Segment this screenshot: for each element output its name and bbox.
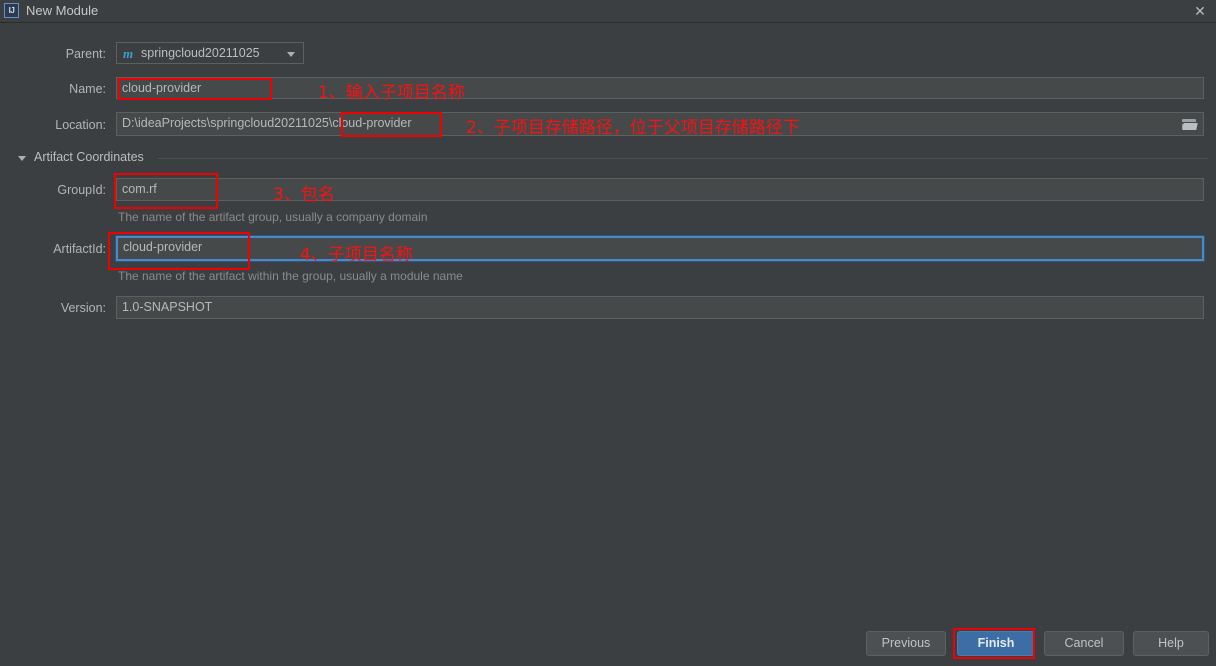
groupid-label: GroupId: <box>57 183 106 197</box>
app-icon: IJ <box>4 3 19 18</box>
folder-icon[interactable] <box>1182 118 1198 131</box>
groupid-input[interactable]: com.rf <box>116 178 1204 201</box>
previous-button[interactable]: Previous <box>866 631 946 656</box>
help-button[interactable]: Help <box>1133 631 1209 656</box>
finish-button[interactable]: Finish <box>957 631 1035 656</box>
maven-module-icon: m <box>123 46 134 61</box>
artifact-coordinates-section[interactable]: Artifact Coordinates <box>18 150 1208 166</box>
artifactid-input[interactable]: cloud-provider <box>115 235 1205 262</box>
version-input[interactable]: 1.0-SNAPSHOT <box>116 296 1204 319</box>
cancel-button[interactable]: Cancel <box>1044 631 1124 656</box>
groupid-hint: The name of the artifact group, usually … <box>118 210 428 224</box>
location-input[interactable]: D:\ideaProjects\springcloud20211025\clou… <box>116 112 1204 136</box>
artifact-coordinates-label: Artifact Coordinates <box>34 150 144 164</box>
location-value: D:\ideaProjects\springcloud20211025\clou… <box>122 116 412 130</box>
triangle-down-icon[interactable] <box>18 156 26 161</box>
name-label: Name: <box>69 82 106 96</box>
parent-label: Parent: <box>65 47 106 61</box>
location-label: Location: <box>55 118 106 132</box>
close-icon[interactable]: ✕ <box>1190 2 1210 20</box>
name-input[interactable]: cloud-provider <box>116 77 1204 99</box>
window-title: New Module <box>26 3 99 18</box>
title-bar: IJ New Module ✕ <box>0 0 1216 23</box>
parent-combo[interactable]: m springcloud20211025 <box>116 42 304 64</box>
parent-value: springcloud20211025 <box>141 46 260 60</box>
artifactid-hint: The name of the artifact within the grou… <box>118 269 463 283</box>
artifactid-label: ArtifactId: <box>53 242 106 256</box>
version-label: Version: <box>60 301 106 315</box>
chevron-down-icon <box>287 52 295 57</box>
section-divider <box>158 158 1208 159</box>
